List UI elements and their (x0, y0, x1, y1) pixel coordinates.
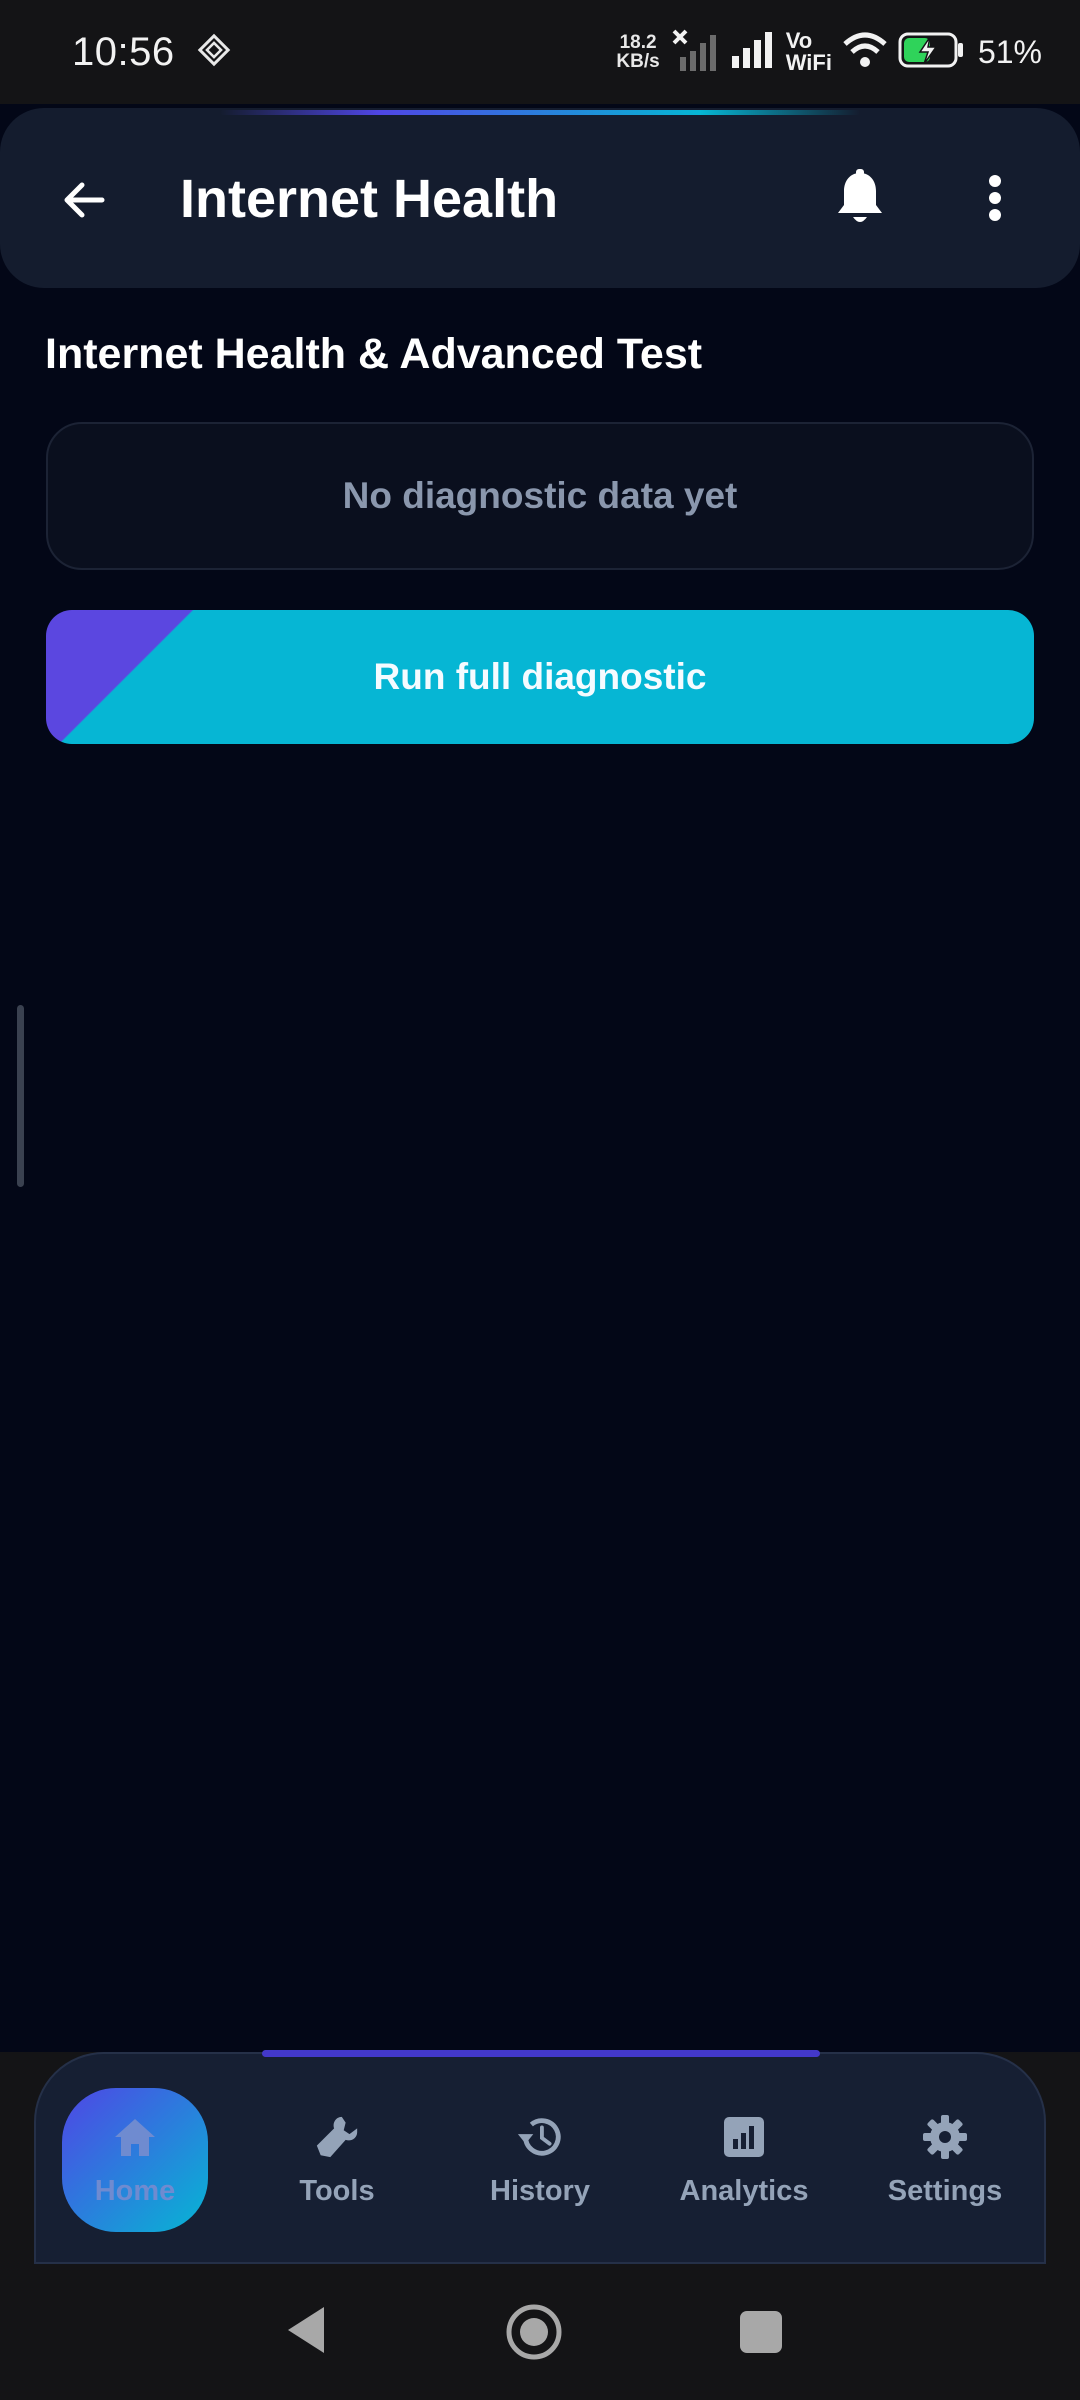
network-speed-unit: KB/s (616, 51, 660, 72)
app-notification-icon (195, 31, 233, 74)
app-header: Internet Health (0, 108, 1080, 288)
status-time: 10:56 (72, 29, 175, 74)
nav-item-home[interactable]: Home (62, 2088, 208, 2232)
history-icon (516, 2113, 564, 2161)
app-screen: 10:56 18.2 KB/s Vo WiFi 51% Internet Hea… (0, 0, 1080, 2400)
status-bar: 10:56 18.2 KB/s Vo WiFi 51% (0, 0, 1080, 104)
empty-state-text: No diagnostic data yet (342, 475, 738, 516)
wifi-icon (842, 30, 888, 75)
network-speed: 18.2 KB/s (616, 33, 659, 71)
vowifi-top: Vo (785, 28, 813, 53)
system-home-button[interactable] (505, 2303, 563, 2366)
nav-label-home: Home (94, 2174, 176, 2207)
signal-no-sim-icon (670, 27, 720, 78)
arrow-left-icon (64, 182, 105, 218)
nav-item-history[interactable]: History (467, 2088, 613, 2232)
analytics-icon (720, 2113, 768, 2161)
home-icon (111, 2113, 159, 2161)
bottom-nav-accent-line (262, 2050, 820, 2057)
scrollbar[interactable] (17, 1005, 24, 1187)
nav-item-settings[interactable]: Settings (872, 2088, 1018, 2232)
section-title: Internet Health & Advanced Test (45, 330, 703, 378)
system-back-button[interactable] (286, 2305, 326, 2360)
vowifi-bottom: WiFi (785, 50, 832, 75)
run-full-diagnostic-button[interactable]: Run full diagnostic (46, 610, 1034, 744)
back-button[interactable] (56, 172, 112, 228)
more-vertical-icon (989, 175, 1001, 221)
bell-icon (838, 169, 882, 222)
network-speed-value: 18.2 (619, 32, 657, 53)
header-accent-line (220, 110, 860, 115)
diagnostic-results-card: No diagnostic data yet (46, 422, 1034, 570)
triangle-back-icon (288, 2307, 324, 2353)
nav-item-tools[interactable]: Tools (264, 2088, 410, 2232)
nav-label-history: History (490, 2174, 590, 2207)
page-title: Internet Health (180, 169, 559, 229)
nav-label-tools: Tools (299, 2174, 375, 2207)
signal-icon (730, 30, 776, 75)
battery-charging-icon (898, 30, 964, 75)
nav-label-analytics: Analytics (679, 2174, 809, 2207)
wrench-icon (313, 2113, 361, 2161)
system-recents-button[interactable] (740, 2311, 782, 2353)
gear-icon (921, 2113, 969, 2161)
nav-label-settings: Settings (887, 2174, 1003, 2207)
vowifi-indicator: Vo WiFi (786, 30, 832, 74)
battery-percentage: 51% (977, 33, 1042, 70)
more-options-button[interactable] (970, 168, 1020, 228)
circle-home-icon (506, 2304, 562, 2360)
run-button-label: Run full diagnostic (373, 656, 707, 697)
nav-item-analytics[interactable]: Analytics (669, 2088, 819, 2232)
notifications-button[interactable] (830, 168, 890, 228)
